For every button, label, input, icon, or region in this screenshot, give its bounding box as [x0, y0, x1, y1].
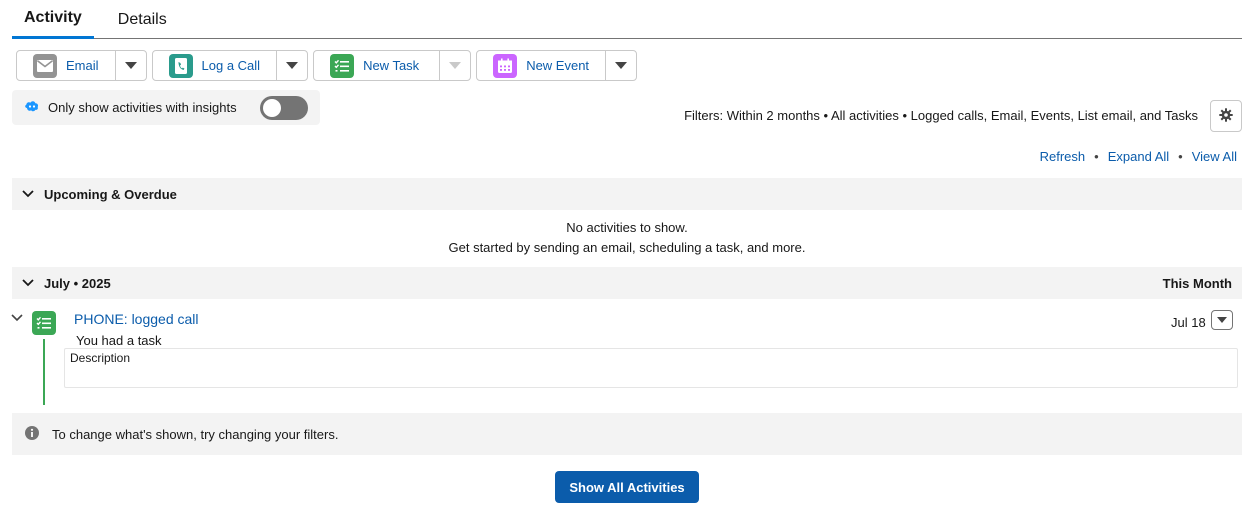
month-group-label: This Month — [1162, 275, 1232, 291]
view-all-link[interactable]: View All — [1192, 149, 1237, 164]
month-group-header[interactable]: July • 2025 This Month — [12, 267, 1242, 299]
insights-filter-label: Only show activities with insights — [48, 100, 237, 115]
task-icon — [330, 53, 355, 78]
upcoming-overdue-header[interactable]: Upcoming & Overdue — [12, 178, 1242, 210]
activity-actions: Email Log a Call New Task New Event — [16, 50, 638, 81]
task-icon — [32, 311, 56, 335]
filter-settings-button[interactable] — [1210, 100, 1242, 132]
log-call-button[interactable]: Log a Call — [153, 51, 278, 80]
insights-toggle[interactable] — [260, 96, 308, 120]
tab-activity[interactable]: Activity — [12, 0, 94, 39]
link-separator: • — [1094, 149, 1099, 164]
activity-date: Jul 18 — [1171, 315, 1206, 330]
refresh-link[interactable]: Refresh — [1040, 149, 1086, 164]
filters-summary: Filters: Within 2 months • All activitie… — [684, 108, 1198, 123]
toggle-knob — [263, 99, 281, 117]
activity-description-box: Description — [64, 348, 1238, 388]
new-task-button[interactable]: New Task — [314, 51, 441, 80]
month-group-title: July • 2025 — [44, 275, 111, 291]
empty-message-line1: No activities to show. — [566, 220, 688, 235]
chevron-down-icon — [615, 62, 628, 69]
activity-title-link[interactable]: PHONE: logged call — [74, 311, 199, 327]
log-call-button-label: Log a Call — [201, 58, 261, 73]
chevron-down-icon[interactable] — [12, 190, 44, 198]
tab-bar: Activity Details — [12, 0, 1242, 39]
email-icon — [33, 53, 57, 78]
insights-filter-bar: Only show activities with insights — [12, 90, 320, 125]
chevron-down-icon — [1217, 317, 1227, 323]
expand-all-link[interactable]: Expand All — [1108, 149, 1169, 164]
new-task-button-label: New Task — [363, 58, 420, 73]
show-all-activities-button[interactable]: Show All Activities — [555, 471, 699, 503]
link-separator: • — [1178, 149, 1183, 164]
timeline-line — [43, 339, 45, 405]
activity-subtitle: You had a task — [76, 333, 162, 348]
new-event-dropdown-button[interactable] — [606, 51, 636, 80]
filter-info-bar: To change what's shown, try changing you… — [12, 413, 1242, 455]
empty-message-line2: Get started by sending an email, schedul… — [448, 240, 806, 255]
new-task-dropdown-button[interactable] — [440, 51, 470, 80]
email-dropdown-button[interactable] — [116, 51, 146, 80]
chevron-down-icon — [449, 62, 462, 69]
new-event-button-label: New Event — [526, 58, 590, 73]
gear-icon — [1219, 107, 1233, 125]
chevron-down-icon — [286, 62, 299, 69]
log-call-dropdown-button[interactable] — [277, 51, 307, 80]
email-button[interactable]: Email — [17, 51, 116, 80]
activity-actions-menu-button[interactable] — [1211, 310, 1233, 330]
timeline-links: Refresh • Expand All • View All — [1040, 149, 1237, 164]
einstein-insights-icon — [24, 99, 40, 116]
new-event-button[interactable]: New Event — [477, 51, 607, 80]
description-label: Description — [70, 351, 131, 365]
phone-log-icon — [168, 53, 193, 78]
new-task-button-group: New Task — [313, 50, 472, 81]
empty-activities-message: No activities to show. Get started by se… — [12, 218, 1242, 258]
expand-item-chevron-icon[interactable] — [10, 311, 24, 326]
upcoming-overdue-title: Upcoming & Overdue — [44, 186, 177, 202]
chevron-down-icon[interactable] — [12, 279, 44, 287]
chevron-down-icon — [124, 62, 137, 69]
info-text: To change what's shown, try changing you… — [52, 426, 339, 442]
email-button-label: Email — [66, 58, 99, 73]
new-event-button-group: New Event — [476, 50, 638, 81]
email-button-group: Email — [16, 50, 147, 81]
info-icon — [25, 425, 39, 443]
tab-details[interactable]: Details — [94, 0, 191, 39]
log-call-button-group: Log a Call — [151, 50, 309, 81]
calendar-icon — [493, 53, 518, 78]
